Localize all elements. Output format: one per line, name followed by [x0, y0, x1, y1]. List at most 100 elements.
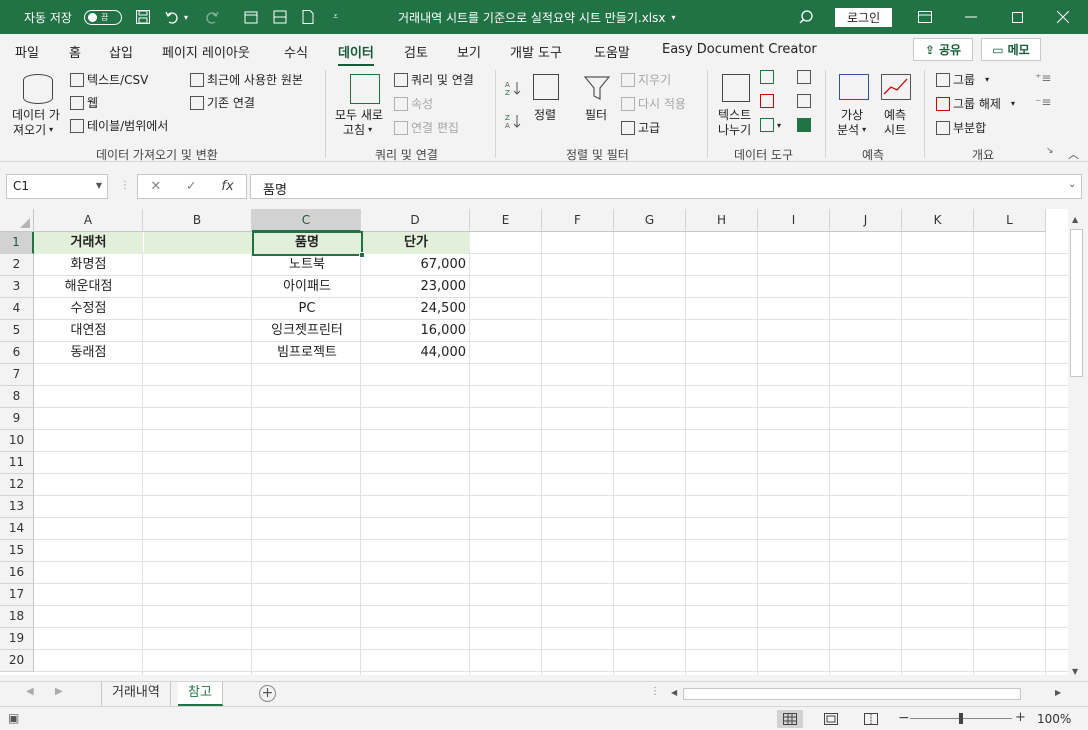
next-sheet-icon[interactable]: ▶ — [55, 686, 63, 697]
document-title[interactable]: 거래내역 시트를 기준으로 실적요약 시트 만들기.xlsx ▾ — [398, 0, 676, 34]
confirm-icon[interactable]: ✓ — [186, 179, 197, 194]
maximize-button[interactable] — [994, 0, 1040, 34]
row-header-5[interactable]: 5 — [0, 320, 34, 342]
row-header-19[interactable]: 19 — [0, 628, 34, 650]
relationships-icon[interactable] — [797, 94, 814, 108]
column-header-H[interactable]: H — [686, 209, 758, 232]
cell-C3[interactable]: 아이패드 — [253, 276, 361, 298]
tab-view[interactable]: 보기 — [457, 42, 481, 61]
row-header-16[interactable]: 16 — [0, 562, 34, 584]
column-header-C[interactable]: C — [252, 209, 361, 232]
vertical-scroll-thumb[interactable] — [1070, 229, 1083, 377]
sort-ascending-icon[interactable]: AZ — [505, 79, 523, 97]
row-header-14[interactable]: 14 — [0, 518, 34, 540]
name-box[interactable]: C1 ▼ — [6, 174, 108, 199]
tab-easy-document-creator[interactable]: Easy Document Creator — [662, 42, 817, 57]
row-header-9[interactable]: 9 — [0, 408, 34, 430]
row-header-3[interactable]: 3 — [0, 276, 34, 298]
column-header-D[interactable]: D — [361, 209, 470, 232]
row-header-13[interactable]: 13 — [0, 496, 34, 518]
text-to-columns-button-label2[interactable]: 나누기 — [718, 121, 751, 138]
clear-filter-button[interactable]: 지우기 — [621, 71, 671, 88]
show-detail-icon[interactable]: ⁺≡ — [1035, 71, 1051, 85]
save-icon[interactable] — [134, 0, 152, 34]
form-icon[interactable] — [271, 0, 289, 34]
existing-connections-button[interactable]: 기존 연결 — [190, 94, 255, 111]
what-if-button-label2[interactable]: 분석 ▾ — [837, 121, 866, 138]
scroll-right-icon[interactable]: ▶ — [1055, 688, 1061, 697]
close-button[interactable] — [1040, 0, 1086, 34]
group-button[interactable]: 그룹 ▾ — [936, 71, 989, 88]
expand-formula-icon[interactable]: ⌄ — [1068, 179, 1076, 190]
tab-page-layout[interactable]: 페이지 레이아웃 — [162, 42, 250, 61]
filter-button[interactable]: 필터 — [585, 106, 607, 123]
from-table-button[interactable]: 테이블/범위에서 — [70, 117, 168, 134]
column-header-F[interactable]: F — [542, 209, 614, 232]
from-text-csv-button[interactable]: 텍스트/CSV — [70, 71, 148, 88]
vertical-scrollbar[interactable]: ▲ ▼ — [1068, 209, 1088, 681]
edit-links-button[interactable]: 연결 편집 — [394, 119, 459, 136]
cell-B1[interactable] — [144, 232, 252, 254]
cell-D1[interactable]: 단가 — [362, 232, 470, 254]
consolidate-icon[interactable] — [797, 70, 814, 84]
tab-insert[interactable]: 삽입 — [109, 42, 133, 61]
sort-descending-icon[interactable]: ZA — [505, 112, 523, 130]
scroll-up-icon[interactable]: ▲ — [1072, 215, 1078, 224]
properties-button[interactable]: 속성 — [394, 95, 433, 112]
collapse-ribbon-icon[interactable]: ︿ — [1068, 146, 1079, 162]
cell-C6[interactable]: 빔프로젝트 — [253, 342, 361, 364]
zoom-in-icon[interactable]: + — [1015, 710, 1026, 725]
cell-D2[interactable]: 67,000 — [362, 254, 470, 276]
scroll-left-icon[interactable]: ◀ — [671, 688, 677, 697]
advanced-filter-button[interactable]: 고급 — [621, 119, 660, 136]
customize-qat-icon[interactable]: ⩡ — [333, 0, 338, 34]
more-icon[interactable]: ⋮ — [120, 180, 130, 191]
cell-D3[interactable]: 23,000 — [362, 276, 470, 298]
select-all-corner[interactable] — [0, 209, 34, 232]
data-model-icon[interactable] — [797, 118, 814, 132]
macro-record-icon[interactable]: ▣ — [8, 711, 19, 725]
cell-D6[interactable]: 44,000 — [362, 342, 470, 364]
refresh-all-button-label2[interactable]: 고침 ▾ — [343, 121, 372, 138]
row-header-6[interactable]: 6 — [0, 342, 34, 364]
from-web-button[interactable]: 웹 — [70, 94, 98, 111]
forecast-sheet-button-label2[interactable]: 시트 — [884, 121, 906, 138]
row-header-7[interactable]: 7 — [0, 364, 34, 386]
column-header-I[interactable]: I — [758, 209, 830, 232]
memo-button[interactable]: ▭ 메모 — [981, 38, 1041, 61]
row-header-1[interactable]: 1 — [0, 232, 34, 254]
flash-fill-icon[interactable] — [760, 70, 777, 84]
row-header-15[interactable]: 15 — [0, 540, 34, 562]
cell-C2[interactable]: 노트북 — [253, 254, 361, 276]
row-header-17[interactable]: 17 — [0, 584, 34, 606]
share-button[interactable]: ⇪ 공유 — [913, 38, 973, 61]
page-break-view-icon[interactable] — [858, 710, 884, 728]
data-validation-icon[interactable]: ▾ — [760, 118, 781, 132]
column-header-B[interactable]: B — [143, 209, 252, 232]
cell-C4[interactable]: PC — [253, 298, 361, 320]
hide-detail-icon[interactable]: ⁻≡ — [1035, 95, 1051, 109]
formula-input[interactable]: 품명 — [250, 174, 1082, 199]
cell-C5[interactable]: 잉크젯프린터 — [253, 320, 361, 342]
column-header-E[interactable]: E — [470, 209, 542, 232]
sort-button[interactable]: 정렬 — [534, 106, 556, 123]
tab-data[interactable]: 데이터 — [338, 42, 374, 67]
minimize-button[interactable] — [948, 0, 994, 34]
new-sheet-icon[interactable] — [242, 0, 260, 34]
worksheet-grid[interactable]: ABCDEFGHIJKL 1 2 3 4 5 6 7 8 9 10 11 12 13 14 15 16 17 18… — [0, 209, 1068, 675]
ungroup-button[interactable]: 그룹 해제 ▾ — [936, 95, 1015, 112]
previous-sheet-icon[interactable]: ◀ — [26, 686, 34, 697]
row-header-10[interactable]: 10 — [0, 430, 34, 452]
row-header-20[interactable]: 20 — [0, 650, 34, 672]
signin-button[interactable]: 로그인 — [835, 8, 893, 27]
row-header-2[interactable]: 2 — [0, 254, 34, 276]
tab-file[interactable]: 파일 — [15, 42, 39, 61]
cell-A2[interactable]: 화명점 — [34, 254, 143, 276]
scroll-down-icon[interactable]: ▼ — [1072, 667, 1078, 676]
insert-function-icon[interactable]: fx — [221, 179, 233, 194]
sheet-tab-reference[interactable]: 참고 — [178, 682, 223, 706]
autosave-toggle[interactable]: 끔 — [84, 10, 122, 25]
cell-A4[interactable]: 수정점 — [34, 298, 143, 320]
normal-view-icon[interactable] — [777, 710, 803, 728]
cell-A6[interactable]: 동래점 — [34, 342, 143, 364]
